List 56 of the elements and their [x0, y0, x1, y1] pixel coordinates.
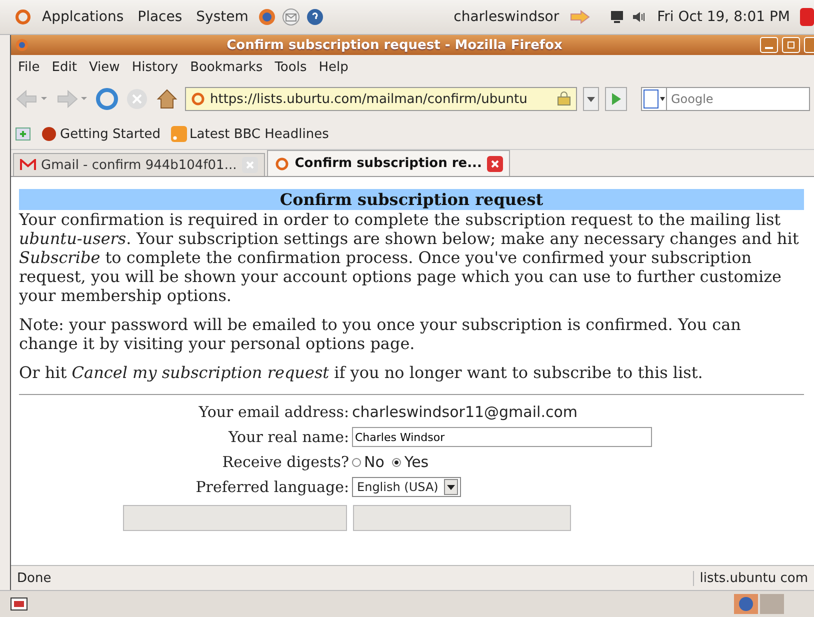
bookmark-link[interactable]: Latest BBC Headlines: [170, 126, 329, 142]
paragraph: Note: your password will be emailed to you once your subscription is confirmed. You can change it by visiting your personal options page.: [19, 315, 742, 353]
field-label: Your real name:: [227, 428, 349, 446]
email-address: charleswindsor11@gmail.com: [352, 403, 578, 421]
menu-item[interactable]: View: [84, 60, 125, 74]
search-engine-icon[interactable]: [641, 87, 667, 111]
status-text: Done: [17, 570, 52, 586]
bookmark-add-icon[interactable]: [15, 126, 31, 142]
minimize-icon[interactable]: [760, 37, 778, 53]
arrow-icon[interactable]: [569, 10, 592, 24]
browser-tab[interactable]: Confirm subscription re...: [266, 150, 510, 176]
menu-item[interactable]: Bookmarks: [185, 60, 268, 74]
field-label: Preferred language:: [194, 478, 349, 496]
radio-option[interactable]: Yes: [392, 453, 429, 471]
monitor-icon[interactable]: [609, 9, 626, 25]
menu-item[interactable]: History: [126, 60, 184, 74]
help-icon[interactable]: [306, 8, 324, 26]
panel-menu[interactable]: Places: [134, 9, 186, 25]
window-title: Confirm subscription request - Mozilla Firefox: [226, 38, 564, 52]
browser-tab[interactable]: Gmail - confirm 944b104f01...: [13, 153, 265, 176]
language-select[interactable]: English (USA): [352, 477, 462, 497]
radio-option[interactable]: No: [352, 453, 384, 471]
address-bar[interactable]: https://lists.uburtu.com/mailman/confirm/ubuntu: [185, 87, 577, 111]
padlock-icon[interactable]: [556, 91, 572, 107]
menu-item[interactable]: Tools: [270, 60, 312, 74]
panel-menu[interactable]: Applcations: [38, 9, 128, 25]
panel-menu[interactable]: System: [192, 9, 252, 25]
tab-label: Confirm subscription re...: [294, 156, 482, 171]
field-label: Your email address:: [198, 403, 349, 421]
paragraph: Or hit Cancel my subscription request if you no longer want to subscribe to this list.: [19, 363, 704, 382]
name-input[interactable]: Charles Windsor: [352, 427, 652, 447]
tab-label: Gmail - confirm 944b104f01...: [41, 158, 237, 172]
search-field[interactable]: Google: [667, 87, 810, 111]
user-name[interactable]: charleswindsor: [450, 9, 564, 25]
clock[interactable]: Fri Oct 19, 8:01 PM: [653, 9, 794, 25]
menu-item[interactable]: File: [13, 60, 45, 74]
rss-feed-icon: [170, 126, 187, 142]
speaker-icon[interactable]: [631, 9, 648, 25]
radio-button[interactable]: [392, 458, 402, 466]
home-icon[interactable]: [155, 87, 179, 111]
maximize-icon[interactable]: [782, 37, 800, 53]
page-heading: Confirm subscription request: [19, 189, 804, 210]
field-label: Receive digests?: [221, 453, 349, 471]
go-icon[interactable]: [605, 87, 627, 111]
dropdown-icon: [444, 479, 458, 495]
show-desktop-icon[interactable]: [10, 595, 28, 613]
bookmark-link[interactable]: Getting Started: [41, 126, 161, 142]
mail-icon[interactable]: [282, 8, 300, 26]
power-icon[interactable]: [800, 8, 814, 26]
paragraph: Your confirmation is required in order to complete the subscription request to the mailing list ubuntu-users. Your subscription settings are shown below; make any necessary changes and hit Subscribe to complete the confirmation process. Once you've confirmed your subscription request, you will be shown your account options page which you can use to further customize your membership options.: [19, 210, 800, 305]
status-host: lists.ubuntu com: [692, 570, 814, 586]
menu-item[interactable]: Edit: [46, 60, 82, 74]
radio-button[interactable]: [352, 458, 361, 466]
url-text: https://lists.uburtu.com/mailman/confirm/ubuntu: [210, 92, 528, 106]
dropdown-icon[interactable]: [583, 87, 599, 111]
menu-item[interactable]: Help: [314, 60, 354, 74]
